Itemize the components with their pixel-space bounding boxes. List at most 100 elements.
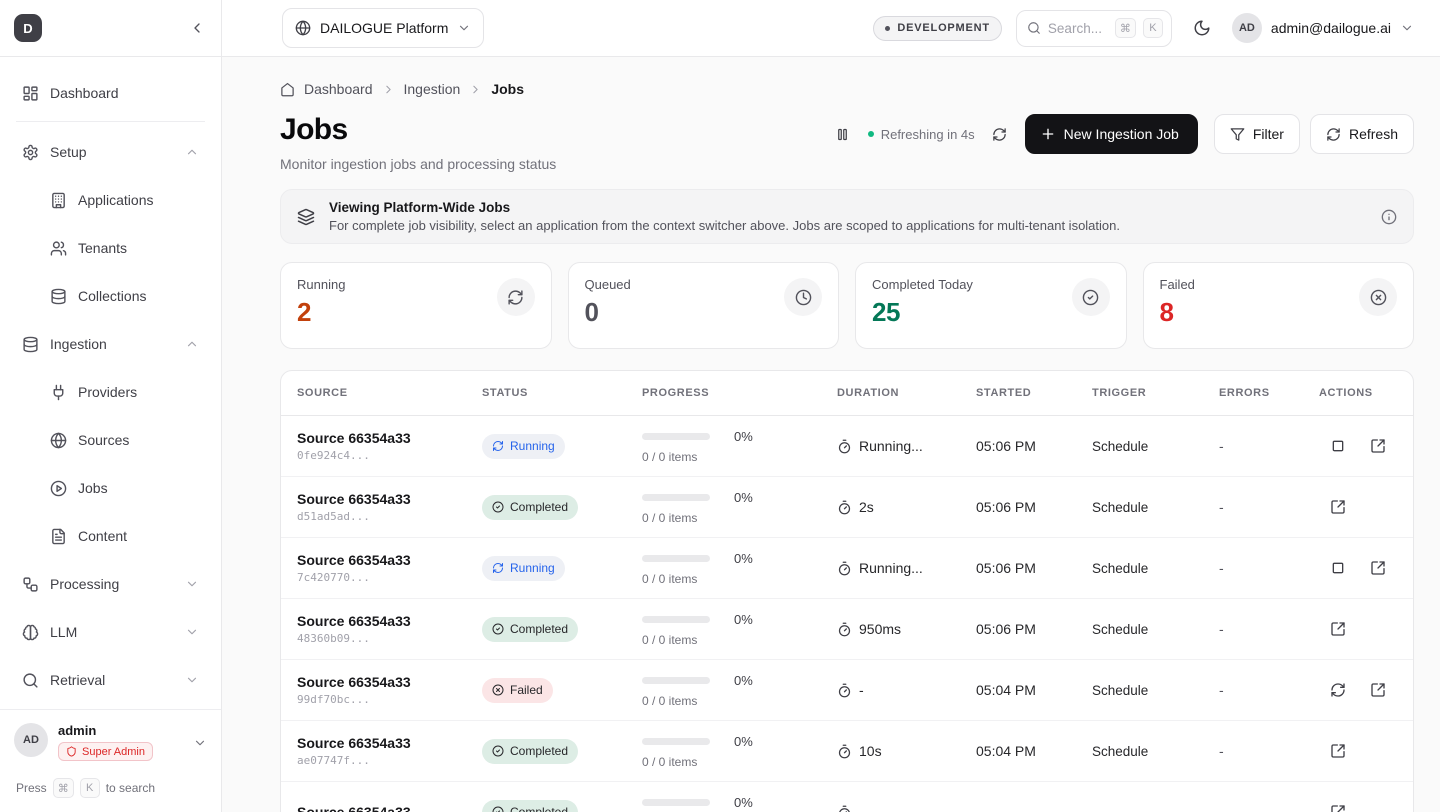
sidebar-item-retrieval[interactable]: Retrieval [12, 660, 209, 700]
trigger-cell: Schedule [1092, 500, 1219, 515]
environment-badge: DEVELOPMENT [873, 16, 1002, 41]
open-job-button[interactable] [1364, 676, 1392, 704]
sidebar-item-jobs[interactable]: Jobs [12, 468, 209, 508]
duration-cell: 950ms [837, 621, 976, 637]
status-badge: Running [482, 556, 565, 581]
sidebar-divider [16, 121, 205, 122]
workflow-icon [22, 576, 39, 593]
source-name[interactable]: Source 66354a33 [297, 735, 482, 751]
retry-job-button[interactable] [1324, 676, 1352, 704]
stat-icon-circle [1072, 278, 1110, 316]
context-switcher-button[interactable]: DAILOGUE Platform [282, 8, 484, 48]
refresh-button[interactable]: Refresh [1310, 114, 1414, 154]
sidebar-item-dashboard[interactable]: Dashboard [12, 73, 209, 113]
breadcrumb-dashboard[interactable]: Dashboard [304, 81, 373, 97]
open-job-button[interactable] [1364, 554, 1392, 582]
source-name[interactable]: Source 66354a33 [297, 804, 482, 812]
progress-bar [642, 433, 710, 440]
chevron-left-icon [189, 20, 205, 36]
breadcrumb-ingestion[interactable]: Ingestion [404, 81, 461, 97]
check-circle-icon [492, 623, 504, 635]
progress-percent: 0% [734, 673, 753, 688]
source-name[interactable]: Source 66354a33 [297, 430, 482, 446]
column-header-started: STARTED [976, 387, 1092, 399]
search-input[interactable] [1048, 21, 1108, 36]
source-id: d51ad5ad... [297, 510, 482, 523]
progress-cell: 0%0 / 0 items [642, 795, 837, 812]
stat-card-running: Running2 [280, 262, 552, 349]
layout-dashboard-icon [22, 85, 39, 102]
source-cell: Source 66354a330fe924c4... [297, 430, 482, 462]
sidebar-item-collections[interactable]: Collections [12, 276, 209, 316]
sidebar-footer: AD admin Super Admin Press ⌘ K to search [0, 709, 221, 812]
timer-icon [837, 744, 852, 759]
column-header-errors: ERRORS [1219, 387, 1319, 399]
external-link-icon [1370, 682, 1386, 698]
open-job-button[interactable] [1324, 737, 1352, 765]
sidebar-item-label: Content [78, 528, 127, 544]
errors-cell: - [1219, 743, 1319, 759]
check-circle-icon [492, 501, 504, 513]
status-badge: Completed [482, 495, 578, 520]
table-row: Source 66354a3399df70bc...Failed0%0 / 0 … [281, 660, 1413, 721]
stat-label: Queued [585, 277, 631, 292]
source-id: ae07747f... [297, 754, 482, 767]
source-name[interactable]: Source 66354a33 [297, 491, 482, 507]
chevron-up-icon [185, 337, 199, 351]
trigger-cell: Schedule [1092, 439, 1219, 454]
sidebar-item-setup[interactable]: Setup [12, 132, 209, 172]
open-job-button[interactable] [1364, 432, 1392, 460]
sidebar-item-providers[interactable]: Providers [12, 372, 209, 412]
source-name[interactable]: Source 66354a33 [297, 552, 482, 568]
info-icon[interactable] [1381, 209, 1397, 225]
source-name[interactable]: Source 66354a33 [297, 613, 482, 629]
source-id: 48360b09... [297, 632, 482, 645]
status-cell: Completed [482, 617, 642, 642]
search-box[interactable]: ⌘ K [1016, 10, 1172, 47]
sidebar-item-processing[interactable]: Processing [12, 564, 209, 604]
settings-icon [22, 144, 39, 161]
open-job-button[interactable] [1324, 493, 1352, 521]
sidebar-item-sources[interactable]: Sources [12, 420, 209, 460]
sidebar-collapse-button[interactable] [189, 20, 205, 36]
page-header: Jobs Monitor ingestion jobs and processi… [280, 113, 1414, 172]
started-cell: 05:04 PM [976, 682, 1092, 698]
new-ingestion-job-button[interactable]: New Ingestion Job [1025, 114, 1198, 154]
table-row: Source 66354a33ae07747f...Completed0%0 /… [281, 721, 1413, 782]
sidebar-item-content[interactable]: Content [12, 516, 209, 556]
user-menu[interactable]: AD admin@dailogue.ai [1232, 13, 1414, 43]
sidebar-item-llm[interactable]: LLM [12, 612, 209, 652]
progress-items: 0 / 0 items [642, 633, 837, 647]
refresh-icon [492, 440, 504, 452]
stop-job-button[interactable] [1324, 432, 1352, 460]
source-name[interactable]: Source 66354a33 [297, 674, 482, 690]
status-badge: Failed [482, 678, 553, 703]
column-header-actions: ACTIONS [1319, 387, 1413, 399]
x-circle-icon [1370, 289, 1387, 306]
refresh-status: Refreshing in 4s [868, 127, 975, 142]
manual-refresh-icon-button[interactable] [985, 119, 1015, 149]
open-job-button[interactable] [1324, 615, 1352, 643]
toolbar: Refreshing in 4s New Ingestion Job Filte… [828, 114, 1414, 154]
status-cell: Completed [482, 800, 642, 812]
theme-toggle-button[interactable] [1186, 12, 1218, 44]
table-row: Source 66354a330fe924c4...Running0%0 / 0… [281, 416, 1413, 477]
started-cell: 05:06 PM [976, 499, 1092, 515]
errors-cell: - [1219, 621, 1319, 637]
home-icon [280, 82, 295, 97]
open-job-button[interactable] [1324, 798, 1352, 812]
pause-refresh-button[interactable] [828, 119, 858, 149]
stats-row: Running2Queued0Completed Today25Failed8 [280, 262, 1414, 349]
source-cell: Source 66354a33 [297, 804, 482, 812]
actions-cell [1319, 798, 1413, 812]
sidebar-item-tenants[interactable]: Tenants [12, 228, 209, 268]
sidebar-item-ingestion[interactable]: Ingestion [12, 324, 209, 364]
progress-cell: 0%0 / 0 items [642, 429, 837, 464]
stat-value: 2 [297, 297, 345, 328]
filter-button[interactable]: Filter [1214, 114, 1300, 154]
sidebar-user-menu[interactable]: AD admin Super Admin [0, 710, 221, 770]
sidebar-item-applications[interactable]: Applications [12, 180, 209, 220]
stop-job-button[interactable] [1324, 554, 1352, 582]
user-email: admin@dailogue.ai [1271, 20, 1391, 36]
actions-cell [1319, 432, 1413, 460]
